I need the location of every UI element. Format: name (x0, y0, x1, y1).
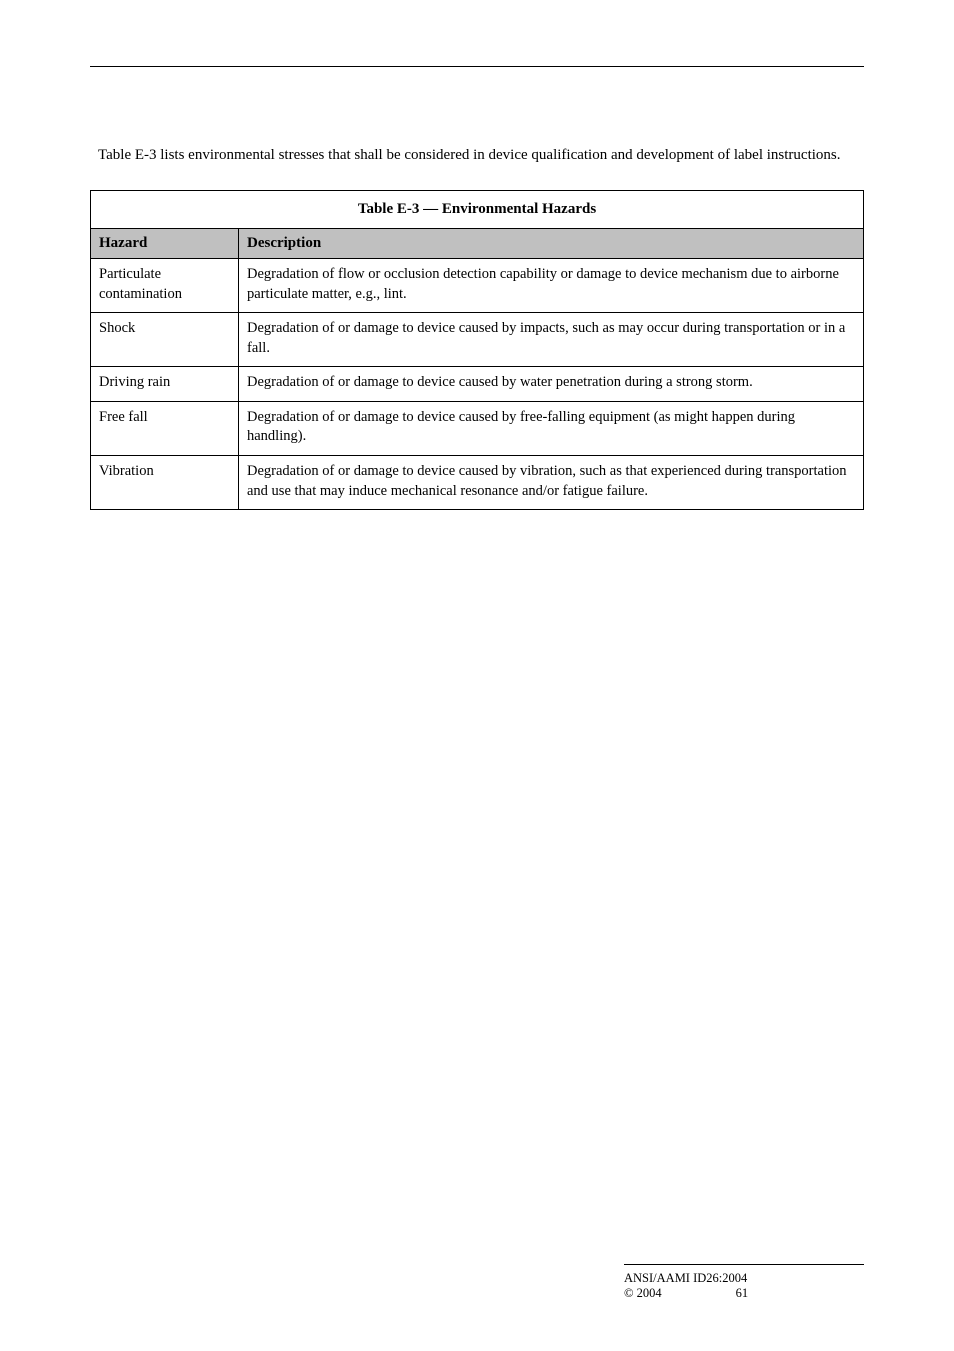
intro-paragraph: Table E-3 lists environmental stresses t… (90, 145, 864, 166)
hazard-cell: Driving rain (91, 367, 239, 402)
col-header-hazard: Hazard (91, 229, 239, 259)
description-cell: Degradation of flow or occlusion detecti… (239, 259, 864, 313)
hazards-table: Table E-3 — Environmental Hazards Hazard… (90, 190, 864, 510)
description-cell: Degradation of or damage to device cause… (239, 367, 864, 402)
footer-standard: ANSI/AAMI ID26:2004 (624, 1271, 747, 1286)
description-cell: Degradation of or damage to device cause… (239, 455, 864, 509)
table-title: Table E-3 — Environmental Hazards (91, 191, 864, 229)
footer-page-number: 61 (736, 1286, 749, 1301)
footer: ANSI/AAMI ID26:2004 © 2004 61 (624, 1264, 864, 1301)
table-row: Shock Degradation of or damage to device… (91, 313, 864, 367)
table-row: Vibration Degradation of or damage to de… (91, 455, 864, 509)
table-row: Driving rain Degradation of or damage to… (91, 367, 864, 402)
table-row: Free fall Degradation of or damage to de… (91, 401, 864, 455)
hazard-cell: Free fall (91, 401, 239, 455)
hazard-cell: Particulate contamination (91, 259, 239, 313)
description-cell: Degradation of or damage to device cause… (239, 401, 864, 455)
footer-copyright: © 2004 (624, 1286, 662, 1301)
header-rule (90, 66, 864, 67)
hazard-cell: Shock (91, 313, 239, 367)
content: Table E-3 lists environmental stresses t… (90, 75, 864, 1264)
table-row: Particulate contamination Degradation of… (91, 259, 864, 313)
hazard-cell: Vibration (91, 455, 239, 509)
description-cell: Degradation of or damage to device cause… (239, 313, 864, 367)
col-header-description: Description (239, 229, 864, 259)
